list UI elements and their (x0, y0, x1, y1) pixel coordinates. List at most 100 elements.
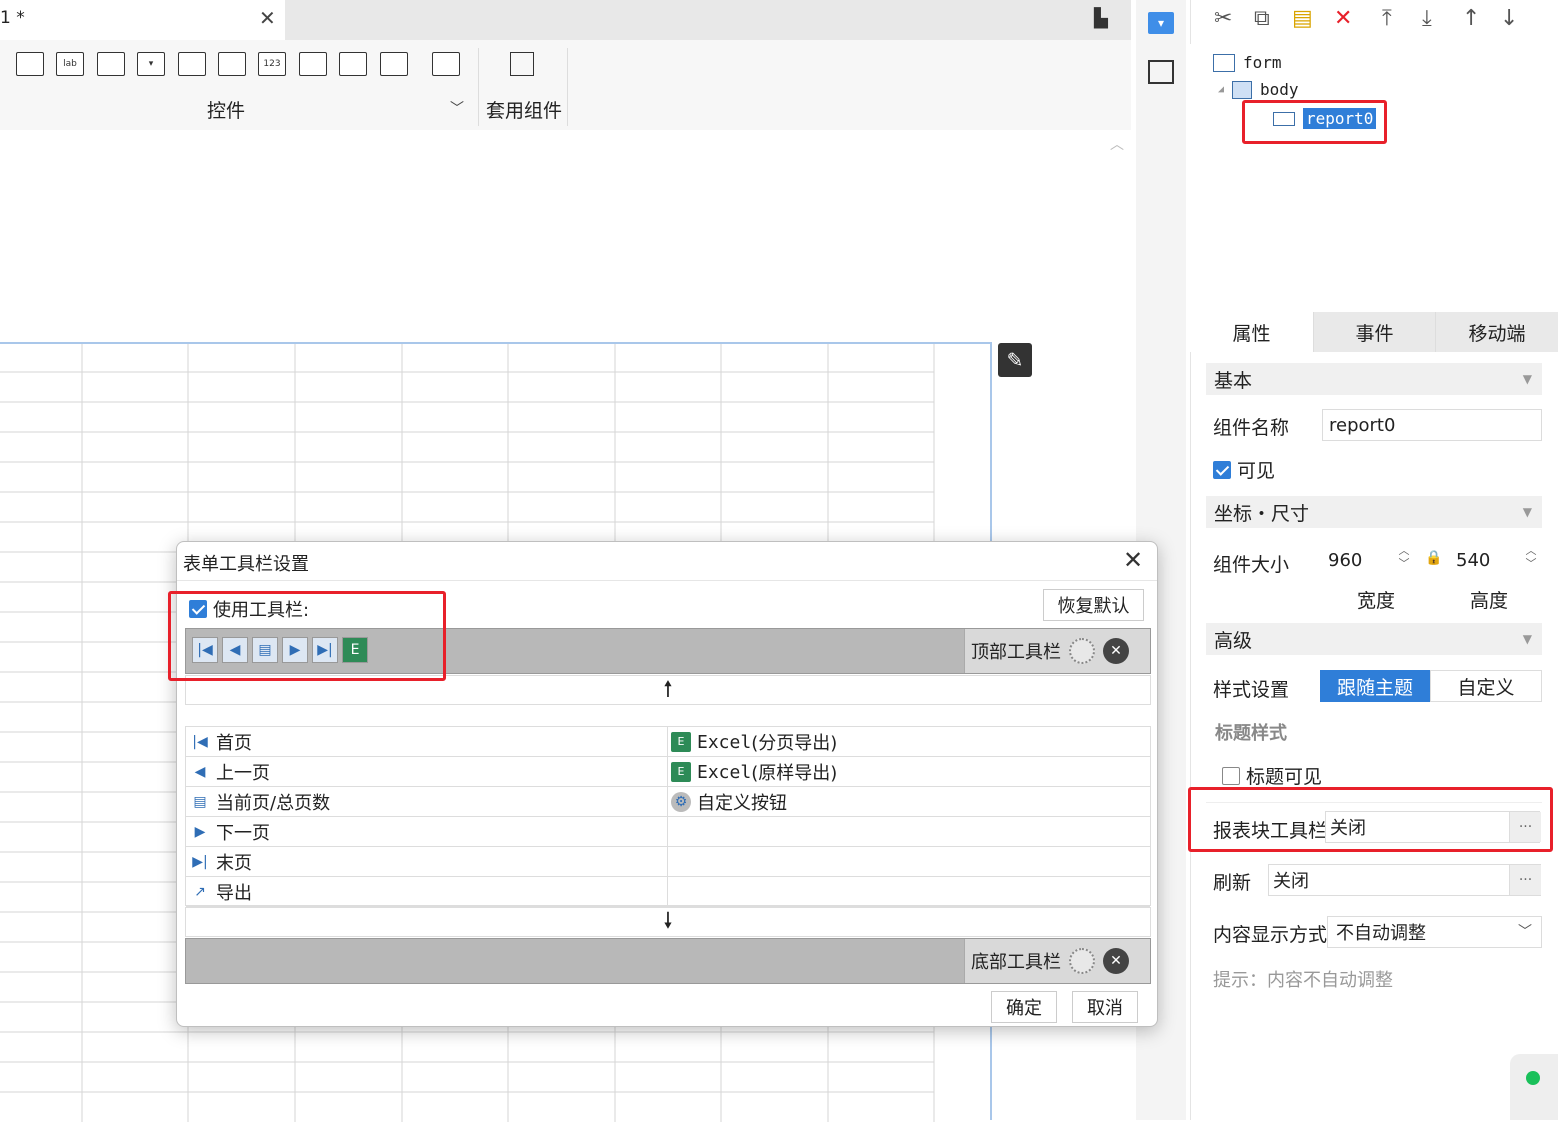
collapse-panel-icon[interactable]: ▙ (1094, 8, 1108, 29)
scroll-up-icon[interactable]: ︿ (1110, 134, 1124, 154)
toolbar-item-left[interactable]: ▶ 下一页 (186, 817, 667, 847)
checkbox-checked-icon (1213, 460, 1231, 479)
chevron-down-icon[interactable]: ﹀ (450, 98, 464, 118)
section-coords-size[interactable]: 坐标・尺寸 ▼ (1206, 496, 1542, 528)
content-display-select[interactable]: 不自动调整 (1327, 916, 1542, 948)
item-prefix: Excel (697, 731, 752, 753)
divider (478, 48, 479, 126)
toolbar-item-right[interactable]: E Excel (原样导出) (667, 757, 1150, 787)
body-icon (1232, 80, 1253, 99)
label-icon[interactable]: lab (56, 52, 84, 76)
radio-group-icon[interactable] (339, 52, 367, 76)
width-stepper[interactable]: ︿ ﹀ (1395, 544, 1413, 570)
title-visible-checkbox[interactable]: 标题可见 (1222, 762, 1322, 789)
item-label: 导出 (216, 883, 252, 904)
list-item: |◀ 首页 E Excel (分页导出) (186, 727, 1150, 757)
lock-icon[interactable]: 🔒 (1425, 550, 1442, 566)
cancel-button[interactable]: 取消 (1072, 991, 1138, 1023)
settings-icon[interactable] (1069, 948, 1095, 974)
copy-icon[interactable]: ⧉ (1254, 6, 1270, 31)
more-icon[interactable]: ··· (1509, 865, 1541, 895)
toolbar-item-left[interactable]: ▤ 当前页/总页数 (186, 787, 667, 817)
widget-panel-icon[interactable]: ▾ (1148, 12, 1174, 34)
title-style-heading: 标题样式 (1215, 723, 1287, 744)
close-icon[interactable]: ✕ (259, 6, 276, 30)
move-down-arrow-icon[interactable]: 🠗 (185, 907, 1151, 937)
delete-icon[interactable]: ✕ (1334, 6, 1352, 31)
toolbar-item-right[interactable]: E Excel (分页导出) (667, 727, 1150, 757)
bottom-toolbar-label-box: 底部工具栏 ✕ (964, 939, 1150, 983)
remove-icon[interactable]: ✕ (1103, 948, 1129, 974)
list-item: ▶ 下一页 (186, 817, 1150, 847)
tree-node-body[interactable]: ◢ body (1218, 80, 1299, 99)
move-down-icon[interactable]: ↓ (1500, 6, 1518, 31)
calendar-icon[interactable] (218, 52, 246, 76)
checkbox-group-icon[interactable] (380, 52, 408, 76)
tab-events[interactable]: 事件 (1313, 312, 1435, 352)
toolbar-item-left[interactable]: ↗ 导出 (186, 877, 667, 907)
chevron-down-icon: ▼ (1522, 505, 1532, 519)
chevron-down-icon[interactable]: ﹀ (1518, 921, 1532, 941)
restore-default-button[interactable]: 恢复默认 (1043, 589, 1144, 621)
document-tab[interactable]: 1 * ✕ (0, 0, 285, 40)
document-tab-title: 1 * (0, 8, 25, 28)
item-label: (分页导出) (751, 733, 838, 754)
item-prefix: Excel (697, 761, 752, 783)
follow-theme-button[interactable]: 跟随主题 (1320, 670, 1430, 702)
dropdown-icon[interactable]: ▾ (137, 52, 165, 76)
list-item: ◀ 上一页 E Excel (原样导出) (186, 757, 1150, 787)
height-label: 高度 (1470, 590, 1509, 612)
width-label: 宽度 (1357, 590, 1396, 612)
textarea-icon[interactable] (299, 52, 327, 76)
move-up-icon[interactable]: ↑ (1462, 6, 1480, 31)
refresh-field[interactable]: 关闭 (1268, 864, 1541, 896)
text-box-icon[interactable] (16, 52, 44, 76)
expand-arrow-icon[interactable]: ◢ (1218, 84, 1224, 95)
item-label: 当前页/总页数 (216, 793, 331, 814)
divider (567, 48, 568, 126)
export-icon: ↗ (194, 884, 206, 900)
visible-checkbox[interactable]: 可见 (1213, 456, 1275, 483)
apply-component-icon[interactable] (510, 52, 534, 76)
item-label: 首页 (216, 733, 252, 754)
move-bottom-icon[interactable]: ⤓ (1422, 6, 1432, 31)
name-input[interactable]: report0 (1322, 409, 1542, 441)
settings-icon: ⚙ (671, 792, 691, 812)
last-page-icon: ▶| (192, 854, 208, 870)
date-icon[interactable] (178, 52, 206, 76)
ok-button[interactable]: 确定 (991, 991, 1057, 1023)
toolbar-item-left[interactable]: ◀ 上一页 (186, 757, 667, 787)
toolbar-item-left[interactable]: |◀ 首页 (186, 727, 667, 757)
status-widget[interactable] (1510, 1054, 1558, 1120)
list-item: ▶| 末页 (186, 847, 1150, 877)
cut-icon[interactable]: ✂ (1214, 6, 1232, 31)
status-online-icon (1526, 1071, 1540, 1085)
remove-icon[interactable]: ✕ (1103, 638, 1129, 664)
toolbar-item-right[interactable]: ⚙ 自定义按钮 (667, 787, 1150, 817)
search-icon[interactable] (432, 52, 460, 76)
custom-style-button[interactable]: 自定义 (1430, 670, 1542, 702)
toolbar-item-left[interactable]: ▶| 末页 (186, 847, 667, 877)
section-basic[interactable]: 基本 ▼ (1206, 363, 1542, 395)
settings-icon[interactable] (1069, 638, 1095, 664)
number-icon[interactable]: 123 (258, 52, 286, 76)
button-icon[interactable] (97, 52, 125, 76)
tab-attributes[interactable]: 属性 (1190, 312, 1313, 352)
tree-node-form[interactable]: form (1213, 53, 1282, 72)
paste-icon[interactable]: ▤ (1292, 6, 1313, 31)
bottom-toolbar-bar[interactable]: 底部工具栏 ✕ (185, 938, 1151, 984)
move-top-icon[interactable]: ⤒ (1382, 6, 1392, 31)
height-stepper[interactable]: ︿ ﹀ (1522, 544, 1540, 570)
close-icon[interactable]: ✕ (1123, 546, 1143, 574)
layout-panel-icon[interactable] (1148, 60, 1174, 84)
refresh-label: 刷新 (1213, 872, 1252, 894)
apply-components-label[interactable]: 套用组件 (486, 96, 562, 123)
list-item: ▤ 当前页/总页数 ⚙ 自定义按钮 (186, 787, 1150, 817)
section-advanced[interactable]: 高级 ▼ (1206, 623, 1542, 655)
tab-mobile[interactable]: 移动端 (1435, 312, 1558, 352)
style-label: 样式设置 (1213, 679, 1290, 701)
divider (177, 580, 1157, 581)
property-tabs: 属性 事件 移动端 (1190, 312, 1558, 352)
edit-icon[interactable]: ✎ (998, 343, 1032, 377)
content-display-label: 内容显示方式 (1213, 924, 1328, 946)
